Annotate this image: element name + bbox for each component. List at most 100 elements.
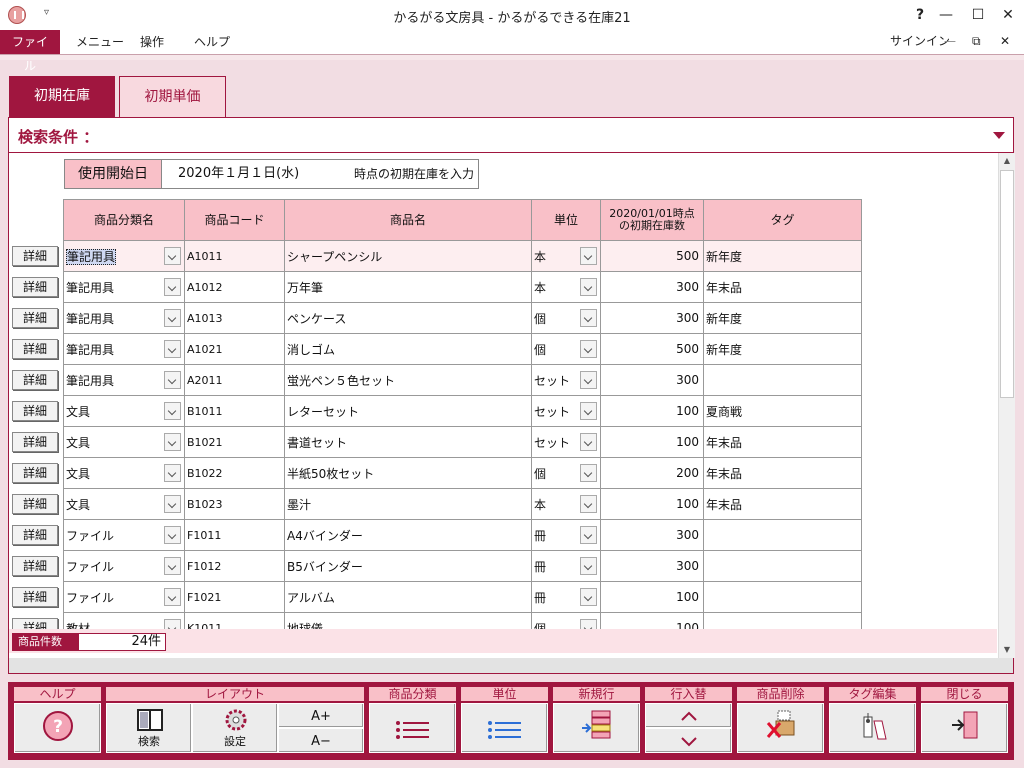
row-code-cell[interactable]: A1012: [184, 271, 285, 303]
scroll-thumb[interactable]: [1000, 170, 1014, 398]
row-code-cell[interactable]: F1011: [184, 519, 285, 551]
row-qty-cell[interactable]: 300: [600, 364, 704, 396]
row-tag-cell[interactable]: [703, 364, 862, 396]
dropdown-arrow-icon[interactable]: [164, 247, 181, 265]
dropdown-arrow-icon[interactable]: [164, 433, 181, 451]
row-category-cell[interactable]: ファイル: [63, 550, 185, 582]
detail-button[interactable]: 詳細: [12, 494, 58, 514]
dropdown-arrow-icon[interactable]: [164, 309, 181, 327]
scroll-up-icon[interactable]: ▲: [999, 153, 1015, 169]
col-unit[interactable]: 単位: [531, 199, 601, 241]
maximize-icon[interactable]: ☐: [966, 4, 990, 26]
dropdown-arrow-icon[interactable]: [164, 402, 181, 420]
row-category-cell[interactable]: 筆記用具: [63, 302, 185, 334]
row-category-cell[interactable]: 文具: [63, 457, 185, 489]
row-qty-cell[interactable]: 300: [600, 271, 704, 303]
row-code-cell[interactable]: B1022: [184, 457, 285, 489]
help-button[interactable]: ?: [14, 703, 101, 753]
row-unit-cell[interactable]: セット: [531, 426, 601, 458]
ribbon-restore-icon[interactable]: ⧉: [972, 30, 981, 54]
dropdown-arrow-icon[interactable]: [580, 340, 597, 358]
dropdown-arrow-icon[interactable]: [580, 309, 597, 327]
row-qty-cell[interactable]: 500: [600, 240, 704, 272]
row-code-cell[interactable]: B1021: [184, 426, 285, 458]
row-qty-cell[interactable]: 500: [600, 333, 704, 365]
row-category-cell[interactable]: 文具: [63, 488, 185, 520]
row-tag-cell[interactable]: [703, 519, 862, 551]
dropdown-arrow-icon[interactable]: [164, 588, 181, 606]
row-category-cell[interactable]: 文具: [63, 426, 185, 458]
vertical-scrollbar[interactable]: ▲ ▼: [998, 153, 1015, 658]
table-row[interactable]: 文具 B1022 半紙50枚セット 個 200 年末品: [63, 457, 862, 489]
menu-menu[interactable]: メニュー: [68, 30, 132, 54]
row-tag-cell[interactable]: [703, 550, 862, 582]
dropdown-arrow-icon[interactable]: [580, 557, 597, 575]
dropdown-arrow-icon[interactable]: [580, 247, 597, 265]
search-conditions-bar[interactable]: 検索条件 ：: [8, 117, 1014, 153]
menu-help[interactable]: ヘルプ: [186, 30, 238, 54]
row-code-cell[interactable]: A1011: [184, 240, 285, 272]
detail-button[interactable]: 詳細: [12, 246, 58, 266]
detail-button[interactable]: 詳細: [12, 556, 58, 576]
detail-button[interactable]: 詳細: [12, 463, 58, 483]
row-tag-cell[interactable]: 新年度: [703, 302, 862, 334]
table-row[interactable]: 教材 K1011 地球儀 個 100: [63, 612, 862, 629]
table-row[interactable]: 文具 B1023 墨汁 本 100 年末品: [63, 488, 862, 520]
row-name-cell[interactable]: 墨汁: [284, 488, 532, 520]
row-code-cell[interactable]: K1011: [184, 612, 285, 629]
minimize-icon[interactable]: —: [934, 4, 958, 26]
close-button[interactable]: [921, 703, 1008, 753]
row-name-cell[interactable]: 消しゴム: [284, 333, 532, 365]
dropdown-arrow-icon[interactable]: [164, 371, 181, 389]
row-code-cell[interactable]: F1021: [184, 581, 285, 613]
detail-button[interactable]: 詳細: [12, 525, 58, 545]
font-increase-button[interactable]: A+: [278, 703, 364, 728]
row-category-cell[interactable]: 文具: [63, 395, 185, 427]
row-name-cell[interactable]: レターセット: [284, 395, 532, 427]
close-window-icon[interactable]: ✕: [996, 4, 1020, 26]
detail-button[interactable]: 詳細: [12, 587, 58, 607]
col-tag[interactable]: タグ: [703, 199, 862, 241]
row-code-cell[interactable]: A1013: [184, 302, 285, 334]
row-name-cell[interactable]: 地球儀: [284, 612, 532, 629]
row-qty-cell[interactable]: 100: [600, 395, 704, 427]
row-category-cell[interactable]: 筆記用具: [63, 364, 185, 396]
row-category-cell[interactable]: 筆記用具: [63, 240, 185, 272]
row-category-cell[interactable]: ファイル: [63, 519, 185, 551]
row-category-cell[interactable]: 筆記用具: [63, 333, 185, 365]
row-category-cell[interactable]: ファイル: [63, 581, 185, 613]
row-unit-cell[interactable]: セット: [531, 364, 601, 396]
detail-button[interactable]: 詳細: [12, 401, 58, 421]
row-tag-cell[interactable]: [703, 581, 862, 613]
detail-button[interactable]: 詳細: [12, 618, 58, 629]
row-qty-cell[interactable]: 100: [600, 581, 704, 613]
row-tag-cell[interactable]: 年末品: [703, 426, 862, 458]
row-code-cell[interactable]: F1012: [184, 550, 285, 582]
table-row[interactable]: 筆記用具 A2011 蛍光ペン５色セット セット 300: [63, 364, 862, 396]
row-tag-cell[interactable]: 年末品: [703, 271, 862, 303]
row-tag-cell[interactable]: 夏商戦: [703, 395, 862, 427]
dropdown-arrow-icon[interactable]: [580, 278, 597, 296]
ribbon-close-icon[interactable]: ✕: [1000, 30, 1010, 54]
row-qty-cell[interactable]: 200: [600, 457, 704, 489]
dropdown-arrow-icon[interactable]: [164, 557, 181, 575]
detail-button[interactable]: 詳細: [12, 339, 58, 359]
dropdown-arrow-icon[interactable]: [164, 526, 181, 544]
row-unit-cell[interactable]: 個: [531, 302, 601, 334]
row-qty-cell[interactable]: 300: [600, 550, 704, 582]
table-row[interactable]: 文具 B1011 レターセット セット 100 夏商戦: [63, 395, 862, 427]
dropdown-arrow-icon[interactable]: [164, 495, 181, 513]
row-category-cell[interactable]: 教材: [63, 612, 185, 629]
row-code-cell[interactable]: B1023: [184, 488, 285, 520]
row-name-cell[interactable]: シャープペンシル: [284, 240, 532, 272]
table-row[interactable]: ファイル F1012 B5バインダー 冊 300: [63, 550, 862, 582]
row-unit-cell[interactable]: 冊: [531, 581, 601, 613]
row-qty-cell[interactable]: 100: [600, 612, 704, 629]
tab-initial-price[interactable]: 初期単価: [119, 76, 226, 117]
row-name-cell[interactable]: 書道セット: [284, 426, 532, 458]
row-qty-cell[interactable]: 300: [600, 302, 704, 334]
dropdown-arrow-icon[interactable]: [164, 278, 181, 296]
dropdown-arrow-icon[interactable]: [580, 526, 597, 544]
menu-operation[interactable]: 操作: [132, 30, 172, 54]
signin-link[interactable]: サインイン: [890, 30, 950, 54]
